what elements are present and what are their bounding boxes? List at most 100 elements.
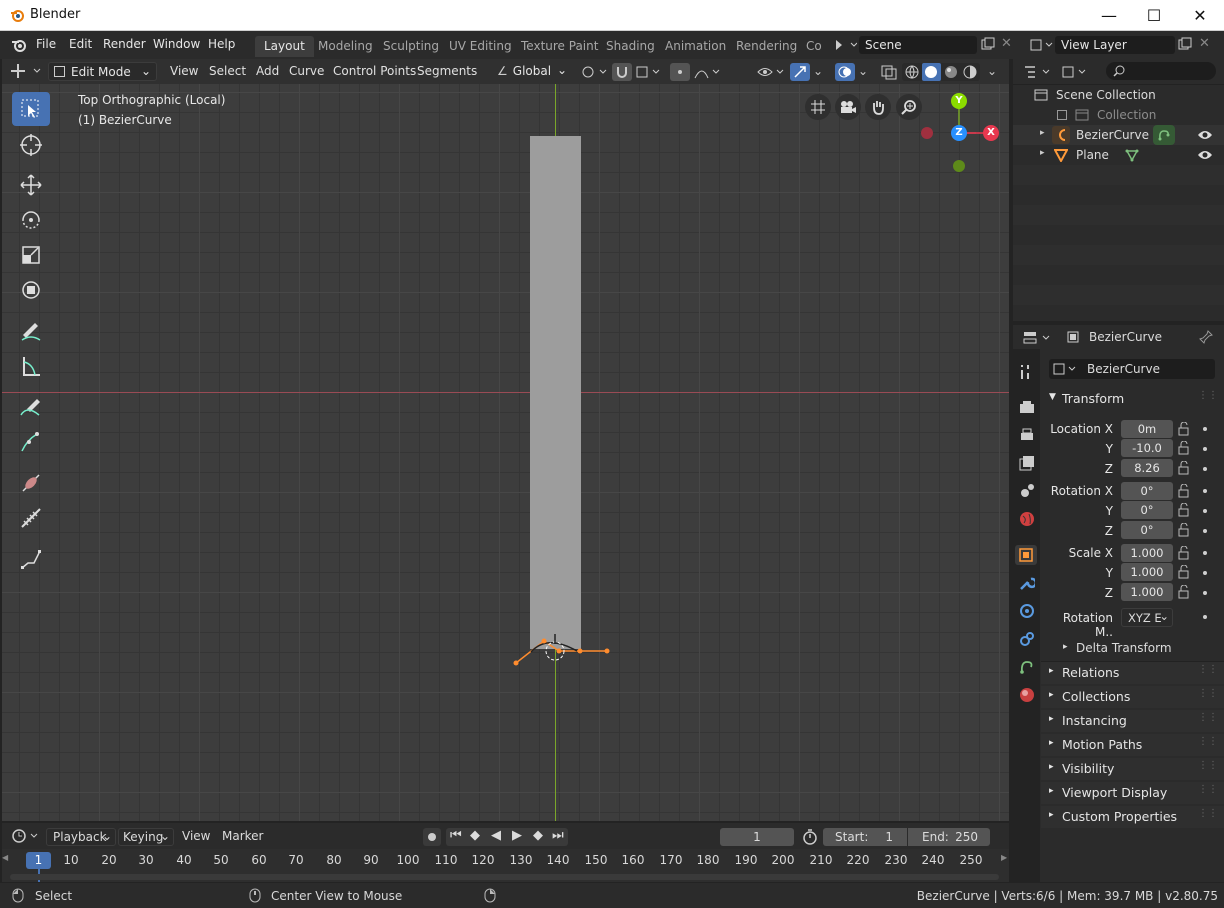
gizmo-y-axis[interactable]: Y bbox=[951, 93, 967, 109]
transform-panel-header[interactable]: ▼ Transform ⋮⋮ bbox=[1041, 388, 1224, 410]
rotation-x-field[interactable]: 0° bbox=[1121, 482, 1173, 500]
drag-handle-icon[interactable]: ⋮⋮ bbox=[1198, 664, 1218, 675]
instancing-panel-header[interactable]: ▸ Instancing ⋮⋮ bbox=[1041, 710, 1224, 732]
chevron-down-icon[interactable]: ⌄ bbox=[987, 64, 997, 78]
modifiers-tab[interactable] bbox=[1017, 573, 1037, 593]
snap-target-icon[interactable] bbox=[635, 64, 663, 80]
keyframe-dot-icon[interactable] bbox=[1203, 529, 1207, 533]
scroll-right-icon[interactable]: ▶ bbox=[1001, 853, 1007, 862]
playback-menu[interactable]: Playback ⌄ bbox=[46, 828, 116, 846]
location-z-field[interactable]: 8.26 bbox=[1121, 459, 1173, 477]
tab-modeling[interactable]: Modeling bbox=[309, 36, 382, 57]
pan-view-button[interactable] bbox=[865, 94, 891, 120]
close-window-button[interactable]: ✕ bbox=[1177, 0, 1223, 31]
expand-arrow-icon[interactable]: ▸ bbox=[1040, 128, 1045, 138]
scale-x-field[interactable]: 1.000 bbox=[1121, 544, 1173, 562]
keyframe-dot-icon[interactable] bbox=[1203, 509, 1207, 513]
delta-transform-subpanel[interactable]: ▸ Delta Transform bbox=[1049, 638, 1224, 660]
tab-sculpting[interactable]: Sculpting bbox=[374, 36, 448, 57]
proportional-edit-toggle[interactable] bbox=[670, 63, 690, 81]
falloff-icon[interactable] bbox=[694, 64, 722, 80]
outliner-row-collection[interactable]: Collection bbox=[1013, 105, 1224, 125]
material-tab[interactable] bbox=[1017, 685, 1037, 705]
outliner-row-beziercurve[interactable]: ▸ BezierCurve bbox=[1013, 125, 1224, 145]
rotation-mode-select[interactable]: XYZ E ⌄ bbox=[1121, 608, 1173, 627]
object-name-field[interactable]: BezierCurve bbox=[1049, 359, 1215, 379]
new-scene-icon[interactable] bbox=[980, 36, 996, 52]
outliner-search-input[interactable] bbox=[1106, 62, 1216, 80]
rotate-tool[interactable] bbox=[12, 203, 50, 237]
scene-name-field[interactable]: Scene bbox=[859, 36, 977, 54]
xray-toggle-icon[interactable] bbox=[880, 64, 898, 80]
constraints-tab[interactable] bbox=[1017, 629, 1037, 649]
tab-compositing[interactable]: Co bbox=[797, 36, 824, 57]
pin-icon[interactable] bbox=[1199, 330, 1213, 344]
gizmo-neg-y-axis[interactable] bbox=[953, 160, 965, 172]
radius-tool[interactable] bbox=[12, 466, 50, 500]
view-layer-name-field[interactable]: View Layer bbox=[1055, 36, 1175, 54]
viewport-menu-add[interactable]: Add bbox=[256, 64, 279, 78]
gizmo-z-axis[interactable]: Z bbox=[951, 125, 967, 141]
pivot-point-icon[interactable] bbox=[580, 64, 608, 80]
viewport-menu-curve[interactable]: Curve bbox=[289, 64, 324, 78]
menu-file[interactable]: File bbox=[36, 37, 56, 51]
blender-menu-icon[interactable] bbox=[10, 37, 28, 53]
minimize-button[interactable]: — bbox=[1086, 0, 1132, 31]
keyframe-dot-icon[interactable] bbox=[1203, 615, 1207, 619]
play-icon[interactable]: ▶ bbox=[512, 828, 522, 843]
menu-window[interactable]: Window bbox=[153, 37, 200, 51]
scale-tool[interactable] bbox=[12, 238, 50, 272]
transform-tool[interactable] bbox=[12, 273, 50, 307]
tool-tab[interactable] bbox=[1017, 362, 1037, 382]
location-y-field[interactable]: -10.0 bbox=[1121, 439, 1173, 457]
outliner-row-scene-collection[interactable]: Scene Collection bbox=[1013, 85, 1224, 105]
particles-tab[interactable] bbox=[1017, 601, 1037, 621]
select-box-tool[interactable] bbox=[12, 92, 50, 126]
timeline-view-menu[interactable]: View bbox=[182, 829, 210, 843]
playhead-frame-indicator[interactable]: 1 bbox=[26, 852, 51, 869]
rotation-z-field[interactable]: 0° bbox=[1121, 521, 1173, 539]
delete-view-layer-icon[interactable]: ✕ bbox=[1199, 36, 1210, 51]
drag-handle-icon[interactable]: ⋮⋮ bbox=[1198, 760, 1218, 771]
properties-editor-type-icon[interactable] bbox=[1023, 330, 1053, 346]
tab-animation[interactable]: Animation bbox=[656, 36, 735, 57]
randomize-tool[interactable] bbox=[12, 542, 50, 576]
mode-select[interactable]: Edit Mode ⌄ bbox=[48, 62, 157, 81]
tab-texture-paint[interactable]: Texture Paint bbox=[512, 36, 607, 57]
navigation-gizmo[interactable]: Y Z X bbox=[921, 84, 1009, 174]
gizmo-neg-x-axis[interactable] bbox=[921, 127, 933, 139]
mesh-data-icon[interactable] bbox=[1125, 148, 1139, 162]
new-view-layer-icon[interactable] bbox=[1177, 36, 1193, 52]
camera-view-button[interactable] bbox=[835, 94, 861, 120]
editor-type-icon[interactable] bbox=[10, 63, 44, 79]
keyframe-dot-icon[interactable] bbox=[1203, 551, 1207, 555]
cursor-tool[interactable] bbox=[12, 128, 50, 162]
orientation-select[interactable]: ∠ Global ⌄ bbox=[492, 62, 569, 81]
scale-z-field[interactable]: 1.000 bbox=[1121, 583, 1173, 601]
3d-viewport[interactable]: Top Orthographic (Local) (1) BezierCurve… bbox=[2, 84, 1009, 821]
keying-menu[interactable]: Keying ⌄ bbox=[118, 828, 174, 846]
expand-arrow-icon[interactable]: ▸ bbox=[1040, 148, 1045, 158]
lock-rotation-x-icon[interactable] bbox=[1177, 484, 1191, 498]
draw-tool[interactable] bbox=[12, 390, 50, 424]
record-button[interactable] bbox=[423, 828, 441, 846]
viewport-menu-control-points[interactable]: Control Points bbox=[333, 64, 416, 78]
delete-scene-icon[interactable]: ✕ bbox=[1001, 36, 1012, 51]
lock-rotation-y-icon[interactable] bbox=[1177, 503, 1191, 517]
gizmo-x-axis[interactable]: X bbox=[983, 125, 999, 141]
maximize-button[interactable]: ☐ bbox=[1131, 0, 1177, 31]
timeline-editor-type-icon[interactable] bbox=[11, 828, 41, 844]
move-tool[interactable] bbox=[12, 168, 50, 202]
overlays-toggle[interactable] bbox=[835, 63, 855, 81]
lock-scale-z-icon[interactable] bbox=[1177, 585, 1191, 599]
viewport-menu-segments[interactable]: Segments bbox=[417, 64, 477, 78]
view-layer-tab[interactable] bbox=[1017, 453, 1037, 473]
exclude-checkbox[interactable] bbox=[1057, 110, 1067, 120]
collections-panel-header[interactable]: ▸ Collections ⋮⋮ bbox=[1041, 686, 1224, 708]
tab-shading[interactable]: Shading bbox=[597, 36, 664, 57]
lock-rotation-z-icon[interactable] bbox=[1177, 523, 1191, 537]
toggle-ortho-button[interactable] bbox=[805, 94, 831, 120]
relations-panel-header[interactable]: ▸ Relations ⋮⋮ bbox=[1041, 662, 1224, 684]
next-keyframe-icon[interactable]: ◆ bbox=[533, 828, 543, 843]
location-x-field[interactable]: 0m bbox=[1121, 420, 1173, 438]
